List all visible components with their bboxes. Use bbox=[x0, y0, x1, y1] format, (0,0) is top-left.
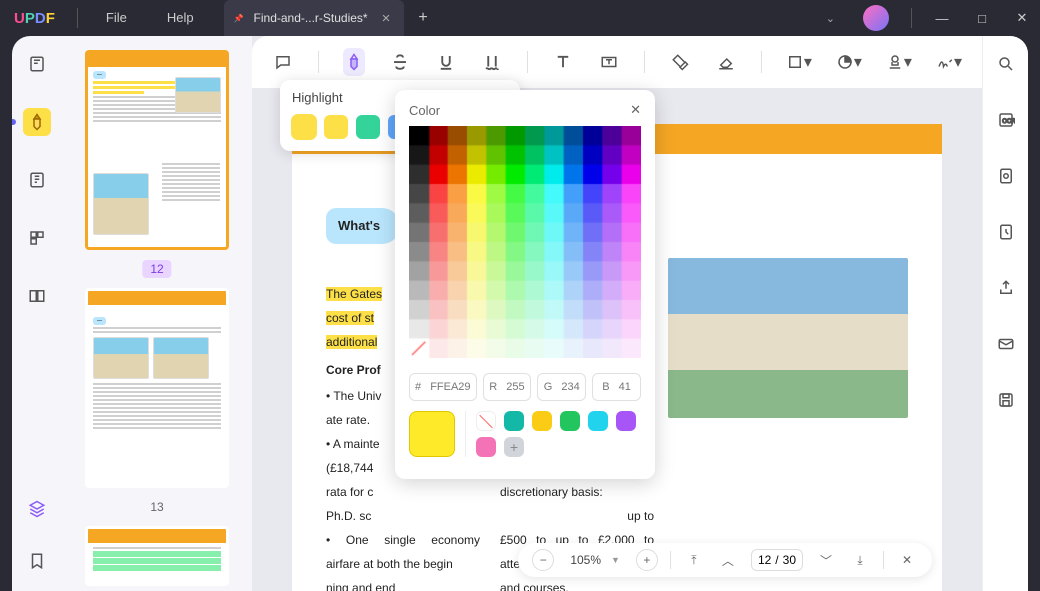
annotate-mode-icon[interactable] bbox=[23, 108, 51, 136]
document-tab[interactable]: 📌 Find-and-...r-Studies* × bbox=[224, 0, 405, 36]
edit-mode-icon[interactable] bbox=[23, 166, 51, 194]
pin-icon: 📌 bbox=[234, 14, 244, 23]
zoom-select[interactable]: 105%▼ bbox=[566, 553, 624, 567]
preset-pink[interactable] bbox=[476, 437, 496, 457]
tab-add-button[interactable]: + bbox=[404, 9, 441, 27]
highlight-swatch-yellow[interactable] bbox=[324, 115, 348, 139]
color-panel-title: Color bbox=[409, 103, 440, 118]
body-text: and courses. bbox=[500, 576, 654, 591]
highlight-swatch-green[interactable] bbox=[356, 115, 380, 139]
organize-mode-icon[interactable] bbox=[23, 224, 51, 252]
highlighted-text: The Gates bbox=[326, 287, 382, 301]
signature-tool-icon[interactable]: ▾ bbox=[936, 48, 962, 76]
body-text: ning and end bbox=[326, 576, 480, 591]
prev-page-button[interactable]: ︿ bbox=[717, 549, 739, 571]
search-icon[interactable] bbox=[992, 50, 1020, 78]
chevron-down-icon[interactable]: ⌄ bbox=[812, 12, 849, 25]
color-panel-close-button[interactable]: ✕ bbox=[630, 102, 641, 118]
g-input[interactable]: G 234 bbox=[537, 373, 586, 401]
preset-none[interactable] bbox=[476, 411, 496, 431]
hex-input[interactable]: # FFEA29 bbox=[409, 373, 477, 401]
text-tool-icon[interactable] bbox=[552, 48, 574, 76]
body-text: • One single economy airfare at both the… bbox=[326, 528, 480, 576]
protect-icon[interactable] bbox=[992, 218, 1020, 246]
footer-controls: − 105%▼ + ⤒ ︿ 12 / 30 ﹀ ⤓ ✕ bbox=[518, 543, 932, 577]
titlebar: UPDF File Help 📌 Find-and-...r-Studies* … bbox=[0, 0, 1040, 36]
thumbnail-page-14[interactable] bbox=[85, 526, 229, 586]
close-footer-button[interactable]: ✕ bbox=[896, 549, 918, 571]
callout-tag: What's bbox=[326, 208, 400, 244]
textbox-tool-icon[interactable] bbox=[598, 48, 620, 76]
r-input[interactable]: R 255 bbox=[483, 373, 532, 401]
preset-yellow[interactable] bbox=[532, 411, 552, 431]
read-mode-icon[interactable] bbox=[23, 50, 51, 78]
color-grid[interactable] bbox=[409, 126, 641, 358]
preset-green[interactable] bbox=[560, 411, 580, 431]
b-input[interactable]: B 41 bbox=[592, 373, 641, 401]
layers-icon[interactable] bbox=[23, 495, 51, 523]
underline-tool-icon[interactable] bbox=[435, 48, 457, 76]
body-text: rata for c bbox=[326, 480, 480, 504]
close-button[interactable]: ✕ bbox=[1004, 0, 1040, 36]
last-page-button[interactable]: ⤓ bbox=[849, 549, 871, 571]
page-number-input[interactable]: 12 / 30 bbox=[751, 549, 803, 571]
stamp-tool-icon[interactable]: ▾ bbox=[886, 48, 912, 76]
body-text: Ph.D. sc bbox=[326, 504, 480, 528]
body-text: discretionary basis: bbox=[500, 480, 654, 504]
page-image bbox=[668, 258, 908, 418]
left-sidebar bbox=[12, 36, 62, 591]
comment-tool-icon[interactable] bbox=[272, 48, 294, 76]
tab-close-button[interactable]: × bbox=[378, 10, 395, 27]
thumbnail-page-12[interactable]: — bbox=[85, 50, 229, 250]
highlighter-tool-icon[interactable] bbox=[343, 48, 365, 76]
ocr-icon[interactable]: OCR bbox=[992, 106, 1020, 134]
preset-teal[interactable] bbox=[504, 411, 524, 431]
strikethrough-tool-icon[interactable] bbox=[389, 48, 411, 76]
highlight-swatch-yellow-selected[interactable] bbox=[292, 115, 316, 139]
tools-mode-icon[interactable] bbox=[23, 282, 51, 310]
email-icon[interactable] bbox=[992, 330, 1020, 358]
svg-text:OCR: OCR bbox=[1002, 119, 1015, 125]
avatar[interactable] bbox=[863, 5, 889, 31]
eraser-tool-icon[interactable] bbox=[715, 48, 737, 76]
thumbnail-label-12: 12 bbox=[142, 260, 171, 278]
thumbnail-panel: — 12 — 13 bbox=[62, 36, 252, 591]
pencil-tool-icon[interactable] bbox=[669, 48, 691, 76]
highlighted-text: cost of st bbox=[326, 311, 374, 325]
share-icon[interactable] bbox=[992, 274, 1020, 302]
menu-file[interactable]: File bbox=[86, 0, 147, 36]
maximize-button[interactable]: □ bbox=[964, 0, 1000, 36]
bookmark-icon[interactable] bbox=[23, 547, 51, 575]
shape-tool-icon[interactable]: ▾ bbox=[786, 48, 812, 76]
right-sidebar: OCR bbox=[982, 36, 1028, 591]
thumbnail-page-13[interactable]: — bbox=[85, 288, 229, 488]
save-icon[interactable] bbox=[992, 386, 1020, 414]
next-page-button[interactable]: ﹀ bbox=[815, 549, 837, 571]
preset-purple[interactable] bbox=[616, 411, 636, 431]
wavy-tool-icon[interactable] bbox=[481, 48, 503, 76]
body-text: up to bbox=[500, 504, 654, 528]
minimize-button[interactable]: — bbox=[924, 0, 960, 36]
zoom-out-button[interactable]: − bbox=[532, 549, 554, 571]
zoom-in-button[interactable]: + bbox=[636, 549, 658, 571]
color-preview bbox=[409, 411, 455, 457]
sticker-tool-icon[interactable]: ▾ bbox=[836, 48, 862, 76]
crop-icon[interactable] bbox=[992, 162, 1020, 190]
preset-cyan[interactable] bbox=[588, 411, 608, 431]
first-page-button[interactable]: ⤒ bbox=[683, 549, 705, 571]
highlighted-text: additional bbox=[326, 335, 377, 349]
tab-title: Find-and-...r-Studies* bbox=[254, 11, 368, 25]
thumbnail-label-13: 13 bbox=[142, 498, 171, 516]
color-picker-panel: Color ✕ # FFEA29 R 255 G 234 B 41 + bbox=[395, 90, 655, 479]
menu-help[interactable]: Help bbox=[147, 0, 214, 36]
preset-add-button[interactable]: + bbox=[504, 437, 524, 457]
app-logo: UPDF bbox=[0, 10, 69, 27]
